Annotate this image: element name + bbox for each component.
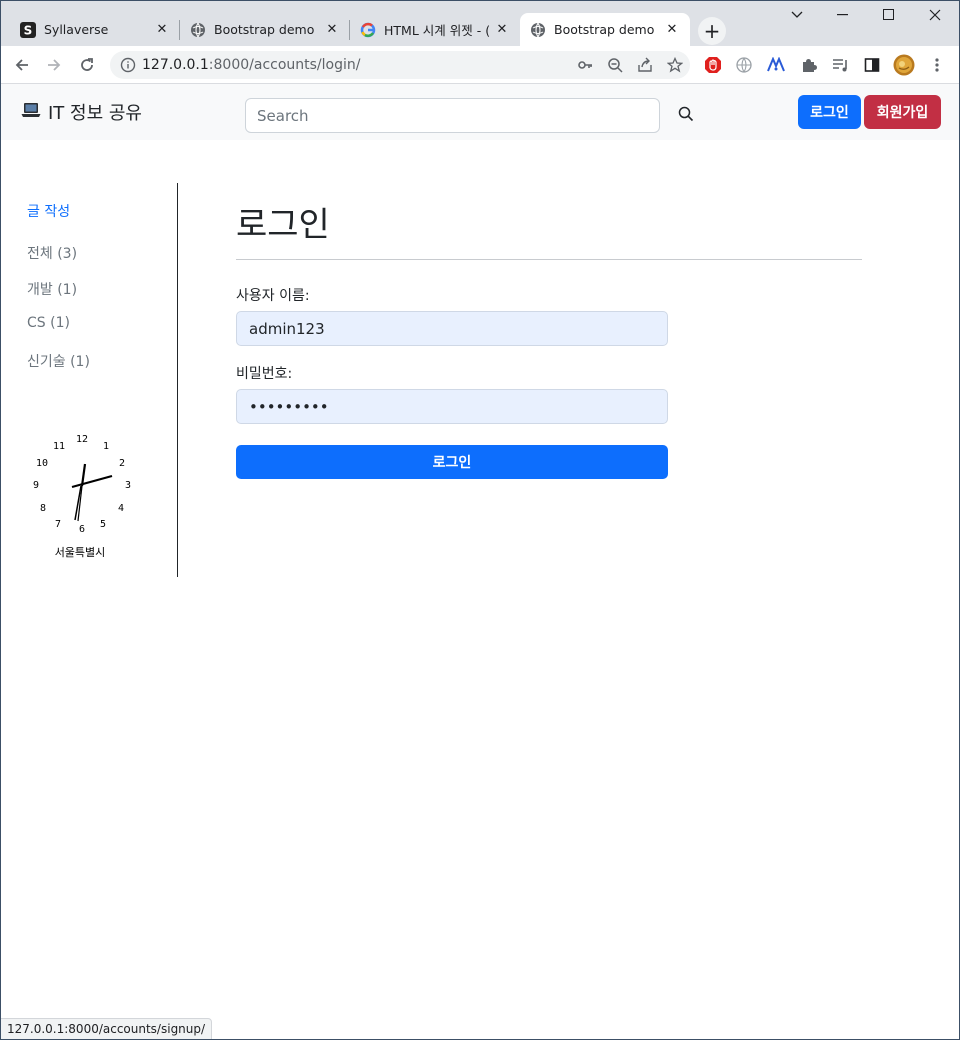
adblock-icon[interactable] xyxy=(700,52,726,78)
tab-title: HTML 시계 위젯 - ( xyxy=(384,23,491,38)
clock-city-label: 서울특별시 xyxy=(54,546,106,559)
category-newtech-link[interactable]: 신기술 (1) xyxy=(27,351,90,371)
reload-icon[interactable] xyxy=(73,51,101,79)
globe-icon xyxy=(190,22,206,38)
username-label: 사용자 이름: xyxy=(236,288,310,304)
globe-icon xyxy=(530,22,546,38)
clock-number: 1 xyxy=(103,441,109,452)
media-queue-icon[interactable] xyxy=(828,52,854,78)
tab-close-icon[interactable]: ✕ xyxy=(324,22,340,38)
tab-close-icon[interactable]: ✕ xyxy=(154,22,170,38)
tab-close-icon[interactable]: ✕ xyxy=(494,22,510,38)
clock-number: 9 xyxy=(33,480,39,491)
share-icon[interactable] xyxy=(630,51,660,79)
google-icon xyxy=(360,22,376,38)
plus-icon: + xyxy=(703,19,721,43)
ai-extension-icon[interactable] xyxy=(763,52,789,78)
tab-title: Bootstrap demo xyxy=(214,22,315,37)
clock-number: 4 xyxy=(118,503,124,514)
kebab-menu-icon[interactable] xyxy=(924,52,950,78)
clock-number: 8 xyxy=(40,503,46,514)
clock-number: 5 xyxy=(100,519,106,530)
s-logo-icon: S xyxy=(20,21,36,38)
tab-title: Syllaverse xyxy=(44,22,109,37)
clock-minute-hand xyxy=(71,474,113,489)
side-panel-icon[interactable] xyxy=(859,52,885,78)
zoom-out-icon[interactable] xyxy=(600,51,630,79)
puzzle-icon[interactable] xyxy=(796,52,822,78)
category-all-link[interactable]: 전체 (3) xyxy=(27,243,77,263)
clock-number: 10 xyxy=(36,458,48,469)
tab-close-icon[interactable]: ✕ xyxy=(664,22,680,38)
search-input[interactable] xyxy=(245,98,660,133)
analog-clock: 12 1 2 3 4 5 6 7 8 9 10 11 xyxy=(33,434,131,535)
password-field[interactable] xyxy=(236,389,668,424)
close-window-icon[interactable] xyxy=(912,0,958,30)
minimize-icon[interactable] xyxy=(820,0,866,30)
new-tab-button[interactable]: + xyxy=(698,17,726,45)
laptop-icon xyxy=(21,102,41,123)
signup-button[interactable]: 회원가입 xyxy=(864,95,941,129)
svg-text:S: S xyxy=(24,23,33,37)
info-icon[interactable] xyxy=(114,57,142,73)
browser-tab-bootstrap-active[interactable]: Bootstrap demo ✕ xyxy=(520,13,690,46)
browser-tab-google[interactable]: HTML 시계 위젯 - ( ✕ xyxy=(350,13,520,46)
login-button[interactable]: 로그인 xyxy=(798,95,861,129)
key-icon[interactable] xyxy=(570,51,600,79)
clock-number: 11 xyxy=(53,441,65,452)
url-text: 127.0.0.1:8000/accounts/login/ xyxy=(142,57,361,73)
login-submit-button[interactable]: 로그인 xyxy=(236,445,668,479)
category-cs-link[interactable]: CS (1) xyxy=(27,315,70,331)
browser-tab-strip: S Syllaverse ✕ Bootstrap demo ✕ HTML 시계 … xyxy=(0,0,960,46)
clock-number: 2 xyxy=(119,458,125,469)
sidebar: 글 작성 전체 (3) 개발 (1) CS (1) 신기술 (1) 12 1 2… xyxy=(0,183,178,577)
forward-arrow-icon[interactable] xyxy=(40,51,68,79)
search-icon[interactable] xyxy=(674,102,698,126)
back-arrow-icon[interactable] xyxy=(8,51,36,79)
status-url: 127.0.0.1:8000/accounts/signup/ xyxy=(0,1018,213,1040)
username-field[interactable] xyxy=(236,311,668,346)
page-title: 로그인 xyxy=(236,205,330,245)
profile-avatar-icon[interactable] xyxy=(891,52,917,78)
write-post-link[interactable]: 글 작성 xyxy=(27,201,70,221)
translate-globe-icon[interactable] xyxy=(731,52,757,78)
site-brand[interactable]: IT 정보 공유 xyxy=(21,99,142,125)
category-dev-link[interactable]: 개발 (1) xyxy=(27,279,77,299)
address-bar[interactable]: 127.0.0.1:8000/accounts/login/ xyxy=(110,51,690,79)
site-navbar: IT 정보 공유 로그인 회원가입 xyxy=(0,84,960,140)
maximize-icon[interactable] xyxy=(866,0,912,30)
chevron-down-icon[interactable] xyxy=(774,0,820,30)
browser-toolbar: 127.0.0.1:8000/accounts/login/ xyxy=(0,46,960,84)
password-label: 비밀번호: xyxy=(236,366,293,382)
tab-title: Bootstrap demo xyxy=(554,22,655,37)
title-divider xyxy=(236,259,862,260)
browser-tab-syllaverse[interactable]: S Syllaverse ✕ xyxy=(10,13,180,46)
clock-number: 3 xyxy=(125,480,131,491)
bookmark-star-icon[interactable] xyxy=(660,51,690,79)
clock-number: 12 xyxy=(76,434,88,445)
brand-text: IT 정보 공유 xyxy=(48,103,142,124)
clock-number: 7 xyxy=(55,519,61,530)
clock-number: 6 xyxy=(79,524,85,535)
browser-tab-bootstrap-1[interactable]: Bootstrap demo ✕ xyxy=(180,13,350,46)
